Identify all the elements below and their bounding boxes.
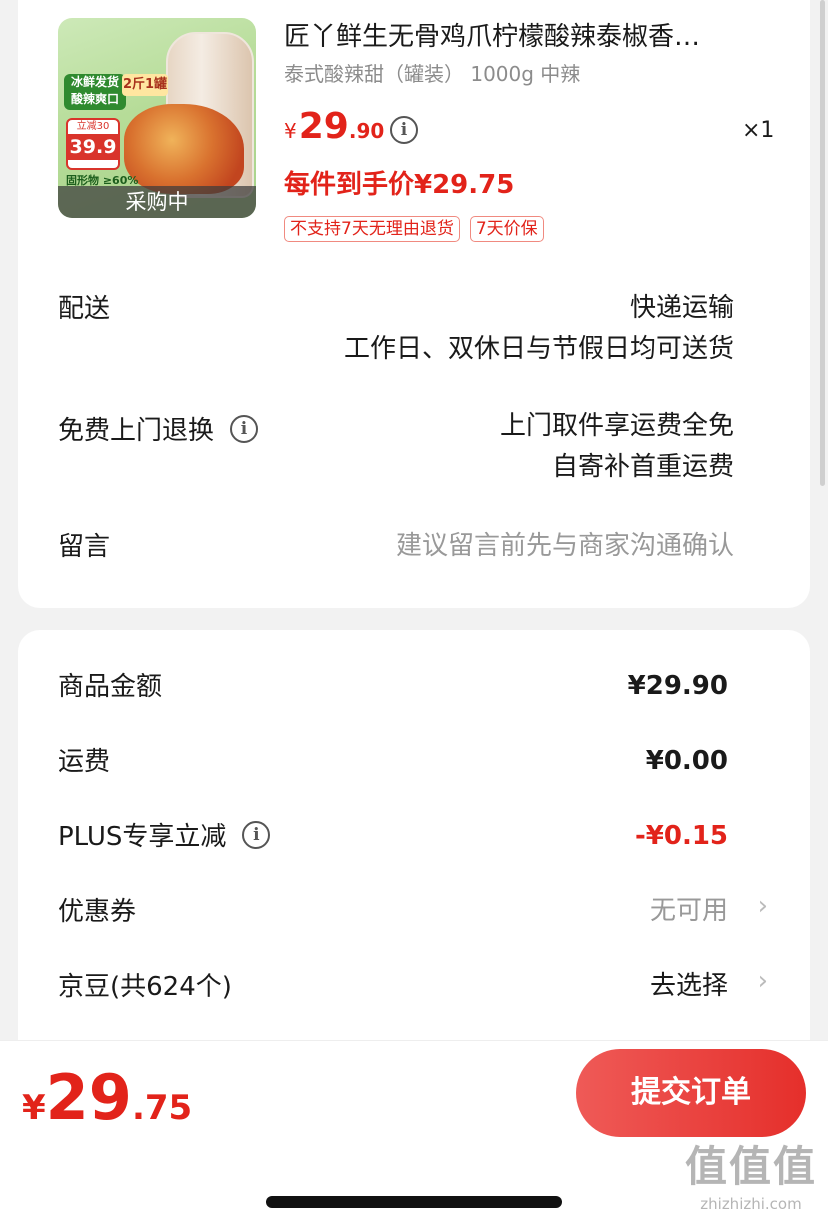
- quantity: ×1: [742, 118, 775, 143]
- price-info-icon[interactable]: i: [390, 116, 418, 144]
- badge-price-protect[interactable]: 7天价保: [469, 216, 544, 242]
- total-integer: 29: [45, 1061, 132, 1134]
- goods-amount-label: 商品金额: [58, 672, 163, 702]
- plus-discount-row: PLUS专享立减 i: [58, 816, 271, 853]
- total-price: ¥ 29 .75: [22, 1061, 192, 1134]
- price-integer: 29: [298, 106, 349, 147]
- product-spec[interactable]: 泰式酸辣甜（罐装） 1000g 中辣: [284, 58, 580, 87]
- return-self-send-text: 自寄补首重运费: [551, 452, 734, 482]
- home-indicator[interactable]: [266, 1196, 562, 1208]
- delivery-schedule: 工作日、双休日与节假日均可送货: [343, 334, 734, 364]
- purchase-status-label: 采购中: [58, 186, 256, 218]
- plus-info-icon[interactable]: i: [242, 820, 271, 849]
- total-symbol: ¥: [22, 1088, 46, 1128]
- coupon-label: 优惠券: [58, 897, 137, 927]
- watermark-logo: 值值值 zhizhizhi.com: [678, 1140, 824, 1220]
- image-tag-quantity: 2斤1罐: [122, 74, 168, 96]
- return-pickup-text: 上门取件享运费全免: [499, 411, 734, 441]
- hand-price: 每件到手价¥29.75: [284, 170, 515, 200]
- plus-discount-value: -¥0.15: [634, 821, 728, 851]
- product-card: 冰鲜发货 酸辣爽口 2斤1罐 立减30 39.9 固形物 ≥60% 采购中 匠丫…: [18, 0, 810, 608]
- delivery-method: 快递运输: [629, 293, 734, 323]
- jd-beans-value[interactable]: 去选择: [650, 966, 728, 1007]
- product-price: ¥ 29 .90: [284, 106, 384, 147]
- free-return-row: 免费上门退换 i: [58, 410, 259, 447]
- product-title[interactable]: 匠丫鲜生无骨鸡爪柠檬酸辣泰椒香…: [284, 18, 764, 56]
- food-illustration: [124, 104, 244, 194]
- badge-no-return: 不支持7天无理由退货: [284, 216, 460, 242]
- return-info[interactable]: 上门取件享运费全免 自寄补首重运费: [500, 406, 734, 488]
- coupon-chevron-icon[interactable]: ›: [758, 891, 768, 921]
- free-return-label: 免费上门退换: [58, 416, 215, 446]
- delivery-info[interactable]: 快递运输 工作日、双休日与节假日均可送货: [344, 288, 734, 370]
- coupon-value[interactable]: 无可用: [650, 891, 728, 932]
- image-price-tag-label: 立减30: [76, 121, 110, 132]
- watermark-mark: 值值值: [684, 1142, 817, 1191]
- image-tag-fresh: 冰鲜发货 酸辣爽口: [64, 74, 126, 110]
- return-info-icon[interactable]: i: [230, 414, 259, 443]
- goods-amount-value: ¥29.90: [627, 671, 728, 701]
- image-price-tag-value: 39.9: [68, 134, 118, 160]
- shipping-label: 运费: [58, 747, 111, 777]
- plus-discount-label: PLUS专享立减: [58, 822, 227, 852]
- message-label: 留言: [58, 532, 111, 562]
- product-thumbnail[interactable]: 冰鲜发货 酸辣爽口 2斤1罐 立减30 39.9 固形物 ≥60% 采购中: [58, 18, 256, 218]
- image-price-tag: 立减30 39.9: [66, 118, 120, 170]
- price-symbol: ¥: [284, 119, 297, 143]
- total-decimal: .75: [131, 1088, 193, 1128]
- scrollbar[interactable]: [820, 0, 825, 486]
- delivery-label: 配送: [58, 294, 111, 324]
- shipping-value: ¥0.00: [645, 746, 728, 776]
- jd-beans-chevron-icon[interactable]: ›: [758, 966, 768, 996]
- price-decimal: .90: [348, 119, 385, 143]
- message-input[interactable]: 建议留言前先与商家沟通确认: [396, 526, 734, 567]
- jd-beans-label: 京豆(共624个): [58, 972, 232, 1002]
- watermark-site: zhizhizhi.com: [700, 1195, 802, 1213]
- submit-order-button[interactable]: 提交订单: [576, 1049, 806, 1137]
- service-badges: 不支持7天无理由退货 7天价保: [284, 216, 544, 242]
